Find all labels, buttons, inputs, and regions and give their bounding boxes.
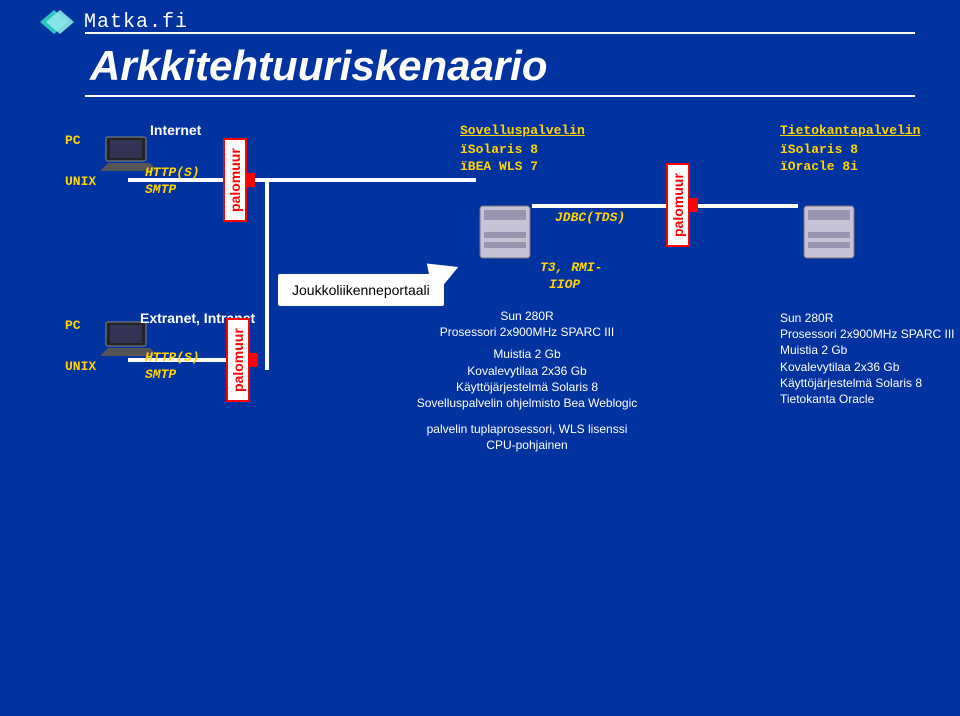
- appserver-title: Sovelluspalvelin: [460, 123, 585, 138]
- client1-pc-label: PC: [65, 133, 81, 148]
- client1-http-label: HTTP(S): [145, 165, 200, 180]
- firewall-2: palomuur: [226, 318, 250, 402]
- spec-sw: Tietokanta Oracle: [780, 391, 960, 407]
- server-icon: [800, 202, 858, 267]
- client1-os-label: UNIX: [65, 174, 96, 189]
- firewall-1-stub: [247, 173, 255, 187]
- client2-os-label: UNIX: [65, 359, 96, 374]
- client2-pc-label: PC: [65, 318, 81, 333]
- dbserver-os: ïSolaris 8: [780, 142, 858, 157]
- spec-disk: Kovalevytilaa 2x36 Gb: [392, 363, 662, 379]
- header-rule-top: [85, 32, 915, 34]
- client2-http-label: HTTP(S): [145, 350, 200, 365]
- server-icon: [476, 202, 534, 267]
- spec-note2: CPU-pohjainen: [392, 437, 662, 453]
- link-fw1-appserver: [255, 178, 476, 182]
- appserver-spec: Sun 280R Prosessori 2x900MHz SPARC III M…: [392, 308, 662, 454]
- dbserver-db: ïOracle 8i: [780, 159, 858, 174]
- logo: Matka.fi: [40, 10, 188, 34]
- dbserver-title: Tietokantapalvelin: [780, 123, 920, 138]
- spec-note1: palvelin tuplaprosessori, WLS lisenssi: [392, 421, 662, 437]
- header-rule-bottom: [85, 95, 915, 97]
- client2-smtp-label: SMTP: [145, 367, 176, 382]
- spec-sw: Sovelluspalvelin ohjelmisto Bea Weblogic: [392, 395, 662, 411]
- spec-model: Sun 280R: [780, 310, 960, 326]
- logo-text: Matka.fi: [84, 11, 188, 34]
- client1-smtp-label: SMTP: [145, 182, 176, 197]
- firewall-3: palomuur: [666, 163, 690, 247]
- spec-mem: Muistia 2 Gb: [780, 342, 960, 358]
- client1-network-label: Internet: [150, 122, 201, 138]
- callout-pointer-icon: [427, 257, 463, 296]
- spec-model: Sun 280R: [392, 308, 662, 324]
- spec-mem: Muistia 2 Gb: [392, 346, 662, 362]
- spec-disk: Kovalevytilaa 2x36 Gb: [780, 359, 960, 375]
- callout-bubble: Joukkoliikenneportaali: [278, 274, 444, 306]
- page-title: Arkkitehtuuriskenaario: [90, 42, 548, 90]
- firewall-2-stub: [250, 353, 258, 367]
- link-jdbc-label: JDBC(TDS): [555, 210, 625, 225]
- link-t3-label-2: IIOP: [549, 277, 580, 292]
- spec-os: Käyttöjärjestelmä Solaris 8: [780, 375, 960, 391]
- firewall-3-stub: [690, 198, 698, 212]
- firewall-1: palomuur: [223, 138, 247, 222]
- link-t3-label-1: T3, RMI-: [540, 260, 602, 275]
- link-appserver-fw3: [532, 204, 666, 208]
- spec-cpu: Prosessori 2x900MHz SPARC III: [392, 324, 662, 340]
- callout-label: Joukkoliikenneportaali: [292, 282, 430, 298]
- dbserver-spec: Sun 280R Prosessori 2x900MHz SPARC III M…: [780, 310, 960, 407]
- appserver-app: ïBEA WLS 7: [460, 159, 538, 174]
- logo-diamond-icon: [40, 10, 74, 34]
- spec-os: Käyttöjärjestelmä Solaris 8: [392, 379, 662, 395]
- appserver-os: ïSolaris 8: [460, 142, 538, 157]
- spec-cpu: Prosessori 2x900MHz SPARC III: [780, 326, 960, 342]
- link-fw3-dbserver: [698, 204, 798, 208]
- link-vertical-join: [265, 178, 269, 370]
